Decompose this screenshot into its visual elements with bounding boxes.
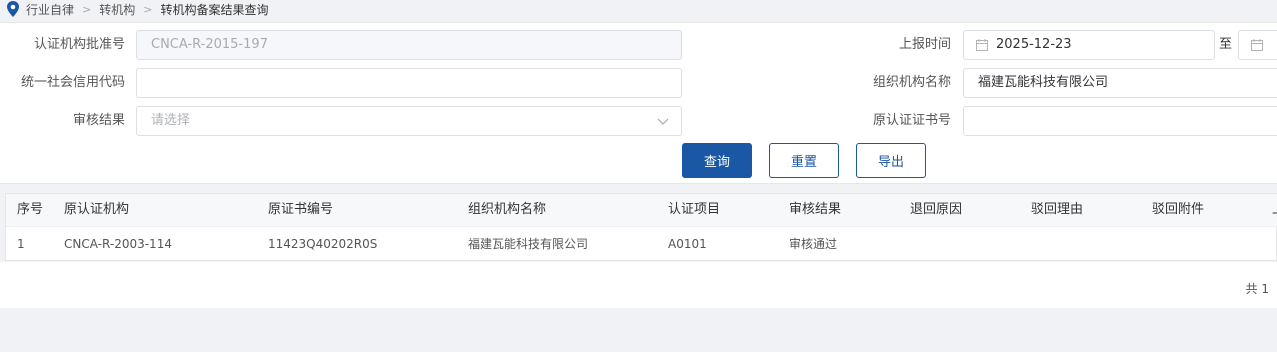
cell-index: 1 <box>17 237 25 251</box>
col-header-cert-item: 认证项目 <box>668 202 721 217</box>
search-panel: 认证机构批准号 CNCA-R-2015-197 上报时间 2025-12-23 … <box>0 22 1277 184</box>
org-name-input[interactable]: 福建瓦能科技有限公司 <box>963 68 1277 98</box>
col-header-return-reason: 退回原因 <box>910 202 963 217</box>
cell-org-name: 福建瓦能科技有限公司 <box>468 237 589 251</box>
pagination-total: 共 1 <box>1245 282 1269 296</box>
query-button[interactable]: 查询 <box>682 143 752 178</box>
report-time-start-input[interactable]: 2025-12-23 <box>963 30 1215 60</box>
cell-orig-cert-no: 11423Q40202R0S <box>268 237 378 251</box>
col-header-audit-result: 审核结果 <box>789 202 842 217</box>
org-name-label: 组织机构名称 <box>872 75 951 90</box>
col-header-truncated: 上 <box>1272 194 1277 226</box>
range-separator: 至 <box>1219 37 1233 52</box>
cert-org-approval-input[interactable]: CNCA-R-2015-197 <box>136 30 682 60</box>
calendar-icon <box>976 39 988 51</box>
report-time-start-value: 2025-12-23 <box>996 37 1072 52</box>
cell-audit-result: 审核通过 <box>789 237 838 251</box>
calendar-icon <box>1251 39 1263 51</box>
credit-code-input[interactable] <box>136 68 682 98</box>
orig-cert-no-input[interactable] <box>963 106 1277 136</box>
table-header: 序号 原认证机构 原证书编号 组织机构名称 认证项目 审核结果 退回原因 驳回理… <box>6 194 1277 227</box>
audit-result-placeholder: 请选择 <box>151 113 191 128</box>
breadcrumb-item-industry[interactable]: 行业自律 <box>26 1 74 18</box>
reset-button[interactable]: 重置 <box>769 143 839 178</box>
col-header-orig-cert-no: 原证书编号 <box>268 202 334 217</box>
col-header-reject-reason: 驳回理由 <box>1031 202 1084 217</box>
breadcrumb-item-current: 转机构备案结果查询 <box>160 2 269 17</box>
breadcrumb-item-transfer[interactable]: 转机构 <box>99 1 135 18</box>
col-header-reject-attachment: 驳回附件 <box>1152 202 1205 217</box>
cell-cert-item: A0101 <box>668 237 707 251</box>
report-time-label: 上报时间 <box>898 37 951 52</box>
cert-org-approval-label: 认证机构批准号 <box>33 37 125 52</box>
orig-cert-no-label: 原认证证书号 <box>872 113 951 128</box>
breadcrumb: 行业自律 > 转机构 > 转机构备案结果查询 <box>0 0 1277 18</box>
col-header-index: 序号 <box>17 202 44 217</box>
chevron-right-icon: > <box>143 2 153 16</box>
cell-orig-org: CNCA-R-2003-114 <box>64 237 172 251</box>
export-button[interactable]: 导出 <box>856 143 926 178</box>
pagination-bar: 共 1 <box>0 262 1277 308</box>
credit-code-label: 统一社会信用代码 <box>20 75 125 90</box>
audit-result-label: 审核结果 <box>72 113 125 128</box>
col-header-org-name: 组织机构名称 <box>468 202 547 217</box>
chevron-right-icon: > <box>82 2 92 16</box>
audit-result-select[interactable]: 请选择 <box>136 106 682 136</box>
chevron-down-icon <box>657 118 669 125</box>
results-table: 序号 原认证机构 原证书编号 组织机构名称 认证项目 审核结果 退回原因 驳回理… <box>5 193 1277 261</box>
table-row[interactable]: 1 CNCA-R-2003-114 11423Q40202R0S 福建瓦能科技有… <box>6 227 1277 261</box>
col-header-orig-org: 原认证机构 <box>64 202 130 217</box>
location-pin-icon <box>7 1 19 17</box>
report-time-end-input[interactable] <box>1238 30 1277 60</box>
